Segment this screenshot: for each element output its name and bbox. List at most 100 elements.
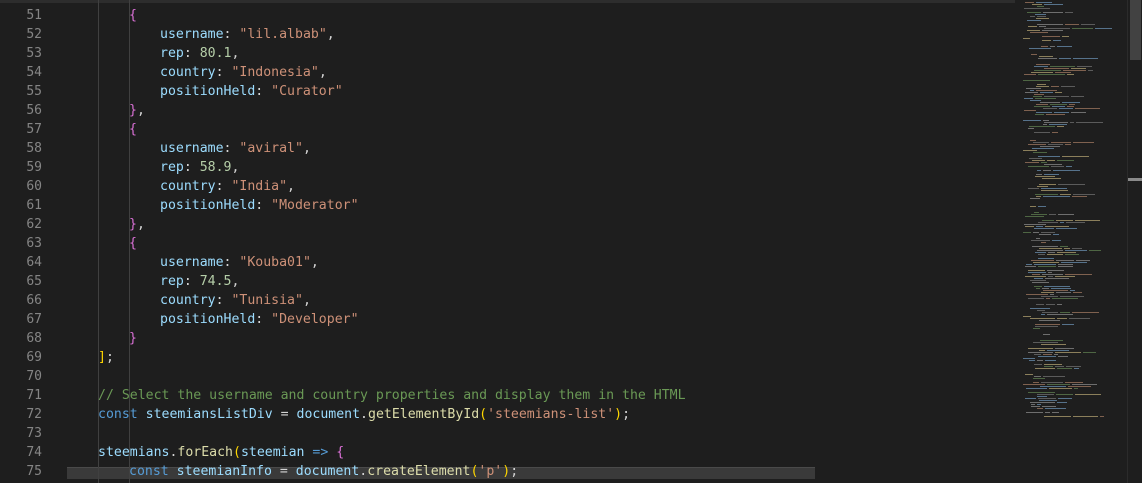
minimap-line [1041, 242, 1046, 243]
minimap-line [1045, 408, 1066, 409]
minimap-line [1047, 314, 1073, 315]
minimap-line [1036, 226, 1043, 227]
code-token: "Indonesia" [231, 65, 319, 80]
minimap-line [1065, 24, 1079, 25]
minimap-line [1024, 8, 1050, 9]
code-line[interactable]: ]; [98, 348, 114, 367]
minimap-line [1038, 222, 1058, 223]
minimap-line [1072, 384, 1097, 385]
minimap-line [1031, 214, 1047, 215]
minimap-line [1073, 416, 1098, 417]
minimap-line [1062, 156, 1089, 157]
code-line[interactable]: { [129, 120, 137, 139]
line-number: 59 [26, 160, 42, 175]
minimap-line [1081, 24, 1095, 25]
minimap-line [1032, 282, 1049, 283]
minimap-line [1035, 324, 1060, 325]
code-line[interactable]: const steemiansListDiv = document.getEle… [98, 405, 630, 424]
minimap-line [1060, 222, 1064, 223]
minimap-line [1057, 368, 1072, 369]
minimap-line [1060, 312, 1070, 313]
minimap-line [1047, 254, 1063, 255]
code-token: , [318, 65, 327, 80]
minimap-line [1044, 416, 1071, 417]
minimap-line [1037, 250, 1063, 251]
minimap-line [1037, 24, 1063, 25]
code-line[interactable]: positionHeld: "Developer" [160, 310, 359, 329]
code-line[interactable]: } [129, 329, 137, 348]
minimap-line [1043, 290, 1068, 291]
code-token: : [183, 274, 200, 289]
minimap-line [1067, 106, 1074, 107]
minimap-line [1026, 264, 1032, 265]
code-line[interactable]: positionHeld: "Curator" [160, 82, 343, 101]
minimap-line [1034, 286, 1042, 287]
minimap-line [1028, 348, 1053, 349]
code-token: : [183, 46, 200, 61]
code-token: = [271, 464, 296, 479]
code-line[interactable]: country: "India", [160, 177, 295, 196]
minimap-line [1049, 388, 1072, 389]
code-line[interactable]: positionHeld: "Moderator" [160, 196, 359, 215]
code-line[interactable]: // Select the username and country prope… [98, 386, 686, 405]
minimap-line [1043, 334, 1050, 335]
minimap-line [1035, 98, 1056, 99]
vertical-scrollbar[interactable] [1127, 0, 1142, 483]
minimap-line [1033, 232, 1039, 233]
code-line[interactable]: country: "Tunisia", [160, 291, 311, 310]
code-line[interactable]: }, [129, 101, 145, 120]
code-line[interactable]: username: "aviral", [160, 139, 311, 158]
code-line[interactable]: rep: 74.5, [160, 272, 239, 291]
line-number: 70 [26, 369, 42, 384]
minimap-line [1042, 30, 1063, 31]
code-line[interactable]: rep: 80.1, [160, 44, 239, 63]
code-line[interactable]: username: "Kouba01", [160, 253, 319, 272]
minimap-line [1041, 188, 1067, 189]
code-line[interactable]: country: "Indonesia", [160, 63, 327, 82]
minimap-line [1034, 132, 1050, 133]
minimap-line [1051, 142, 1071, 143]
code-editor[interactable]: 51 52 53 54 55 56 57 58 59 60 61 62 63 64 65 66 67 68 69 70… [0, 0, 1142, 483]
minimap-line [1055, 72, 1071, 73]
line-number: 53 [26, 46, 42, 61]
code-line[interactable]: { [129, 6, 137, 25]
minimap-line [1028, 298, 1044, 299]
code-token: ( [233, 445, 241, 460]
minimap-line [1037, 6, 1044, 7]
code-area[interactable]: {username: "lil.albab", rep: 80.1, country… [67, 0, 1017, 483]
minimap-line [1028, 352, 1053, 353]
minimap-line [1031, 240, 1050, 241]
minimap-line [1035, 14, 1046, 15]
minimap-line [1047, 350, 1069, 351]
minimap-line [1065, 250, 1087, 251]
code-line[interactable]: { [129, 234, 137, 253]
minimap-line [1060, 194, 1071, 195]
code-token: : [215, 293, 232, 308]
code-token: 'steemians-list' [487, 407, 615, 422]
minimap-line [1047, 384, 1070, 385]
minimap-line [1088, 70, 1093, 71]
minimap[interactable] [1015, 0, 1127, 483]
minimap-line [1052, 132, 1058, 133]
code-line[interactable]: username: "lil.albab", [160, 25, 335, 44]
minimap-line [1024, 110, 1036, 111]
code-token: 74.5 [199, 274, 232, 289]
code-line[interactable]: rep: 58.9, [160, 158, 239, 177]
line-number: 55 [26, 84, 42, 99]
minimap-line [1026, 412, 1043, 413]
minimap-line [1066, 166, 1072, 167]
minimap-line [1044, 174, 1059, 175]
minimap-line [1035, 114, 1044, 115]
minimap-line [1076, 260, 1090, 261]
scrollbar-thumb[interactable] [1130, 0, 1141, 60]
minimap-line [1036, 112, 1052, 113]
minimap-line [1029, 48, 1051, 49]
code-line[interactable]: steemians.forEach(steemian => { [98, 443, 344, 462]
code-token: : [183, 160, 200, 175]
minimap-line [1044, 28, 1070, 29]
minimap-line [1026, 388, 1047, 389]
code-line[interactable]: const steemianInfo = document.createElem… [129, 462, 518, 481]
minimap-line [1073, 58, 1098, 59]
code-line[interactable]: }, [129, 215, 145, 234]
minimap-line [1056, 228, 1077, 229]
